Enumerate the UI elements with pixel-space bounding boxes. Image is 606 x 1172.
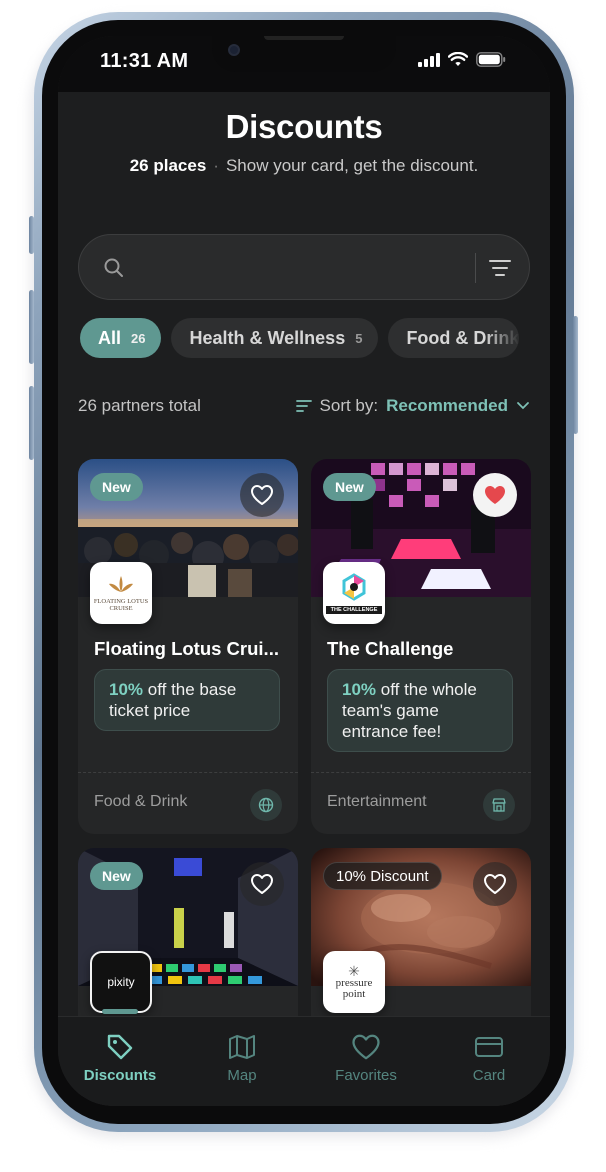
partner-logo-text: pressure point (335, 977, 373, 1000)
tab-favorites[interactable]: Favorites (316, 1031, 416, 1084)
partner-logo-text: THE CHALLENGE (326, 605, 382, 614)
chip-food-drink[interactable]: Food & Drink (388, 318, 520, 358)
partner-category: Entertainment (327, 793, 427, 810)
offer-highlight: 10% (109, 680, 144, 699)
heart-icon (484, 874, 506, 894)
list-meta-row: 26 partners total Sort by: Recommended (78, 394, 530, 418)
sort-dropdown[interactable]: Sort by: Recommended (295, 396, 530, 416)
chip-count: 5 (355, 330, 363, 346)
partner-card-floating-lotus[interactable]: New FLOATING LOTUS CRUISE Floating Lotus… (78, 459, 298, 834)
partner-logo: pixity (90, 951, 152, 1013)
chevron-down-icon (517, 402, 529, 410)
cellular-signal-icon (418, 52, 440, 67)
offer-box: 10% off the whole team's game entrance f… (327, 669, 513, 752)
card-icon (475, 1037, 503, 1057)
page-title: Discounts (225, 108, 383, 145)
bottom-tab-bar: Discounts Map Favorites Card (58, 1009, 550, 1106)
search-bar[interactable] (78, 234, 530, 300)
partner-logo: THE CHALLENGE (323, 562, 385, 624)
partner-category: Food & Drink (94, 793, 188, 810)
search-icon (104, 258, 123, 277)
chip-all[interactable]: All 26 (80, 318, 162, 358)
partners-total: 26 partners total (78, 396, 201, 415)
app-screen: 11:31 AM Discounts 26 places · Show your c… (58, 36, 550, 1106)
favorite-button[interactable] (240, 862, 284, 906)
front-camera (228, 44, 240, 56)
places-count: 26 places (129, 156, 207, 175)
tab-label: Discounts (83, 1067, 157, 1084)
partner-logo-text: FLOATING LOTUS CRUISE (93, 597, 149, 612)
chip-count: 26 (131, 330, 146, 346)
category-filter-chips: All 26 Health & Wellness 5 Food & Drink (80, 318, 520, 358)
offer-highlight: 10% (342, 680, 377, 699)
offer-box: 10% off the base ticket price (94, 669, 280, 731)
map-icon (229, 1035, 255, 1059)
status-time: 11:31 AM (100, 50, 189, 72)
partner-logo-text: pixity (107, 975, 135, 989)
heart-icon (352, 1034, 380, 1060)
tag-icon (107, 1034, 133, 1060)
new-badge: New (90, 473, 143, 501)
chip-health-wellness[interactable]: Health & Wellness 5 (171, 318, 379, 358)
tab-label: Favorites (335, 1067, 397, 1084)
partner-logo: ✳ pressure point (323, 951, 385, 1013)
notch (212, 36, 396, 72)
phone-side-button-volume-down (29, 386, 34, 460)
partner-card-the-challenge[interactable]: New THE CHALLENGE The Challenge 10% off … (311, 459, 531, 834)
phone-side-button-volume-up (29, 290, 34, 364)
partner-name: Floating Lotus Crui... (94, 638, 279, 659)
chip-label: Food & Drink (406, 327, 520, 348)
new-badge: New (323, 473, 376, 501)
search-divider (475, 253, 476, 283)
heart-icon (251, 485, 273, 505)
heart-icon (251, 874, 273, 894)
sparkle-icon: ✳ (348, 963, 360, 979)
sort-value: Recommended (386, 396, 508, 415)
store-icon[interactable] (483, 789, 515, 821)
partner-name: The Challenge (327, 638, 454, 659)
heart-filled-icon (485, 486, 505, 504)
card-divider (78, 772, 298, 773)
page-subtitle: 26 places · Show your card, get the discou… (58, 156, 550, 176)
card-divider (311, 772, 531, 773)
globe-icon[interactable] (250, 789, 282, 821)
separator-dot: · (213, 156, 219, 175)
tab-label: Map (227, 1067, 257, 1084)
tab-card[interactable]: Card (439, 1031, 539, 1084)
tab-label: Card (472, 1067, 506, 1084)
active-tab-indicator (102, 1009, 138, 1014)
favorite-button[interactable] (473, 473, 517, 517)
phone-side-button-power (573, 316, 578, 434)
chip-label: All (98, 327, 122, 348)
phone-side-button-silent (29, 216, 34, 254)
favorite-button[interactable] (473, 862, 517, 906)
tab-map[interactable]: Map (192, 1031, 292, 1084)
discount-badge: 10% Discount (323, 862, 442, 890)
favorite-button[interactable] (240, 473, 284, 517)
wifi-icon (448, 52, 468, 66)
search-input[interactable] (137, 251, 457, 285)
tagline: Show your card, get the discount. (225, 156, 479, 175)
partner-logo: FLOATING LOTUS CRUISE (90, 562, 152, 624)
filter-icon[interactable] (487, 255, 513, 281)
sort-label: Sort by: (319, 396, 379, 415)
chip-label: Health & Wellness (189, 327, 346, 348)
tab-discounts[interactable]: Discounts (70, 1031, 170, 1084)
new-badge: New (90, 862, 143, 890)
sort-icon (295, 400, 312, 412)
battery-icon (476, 52, 506, 67)
